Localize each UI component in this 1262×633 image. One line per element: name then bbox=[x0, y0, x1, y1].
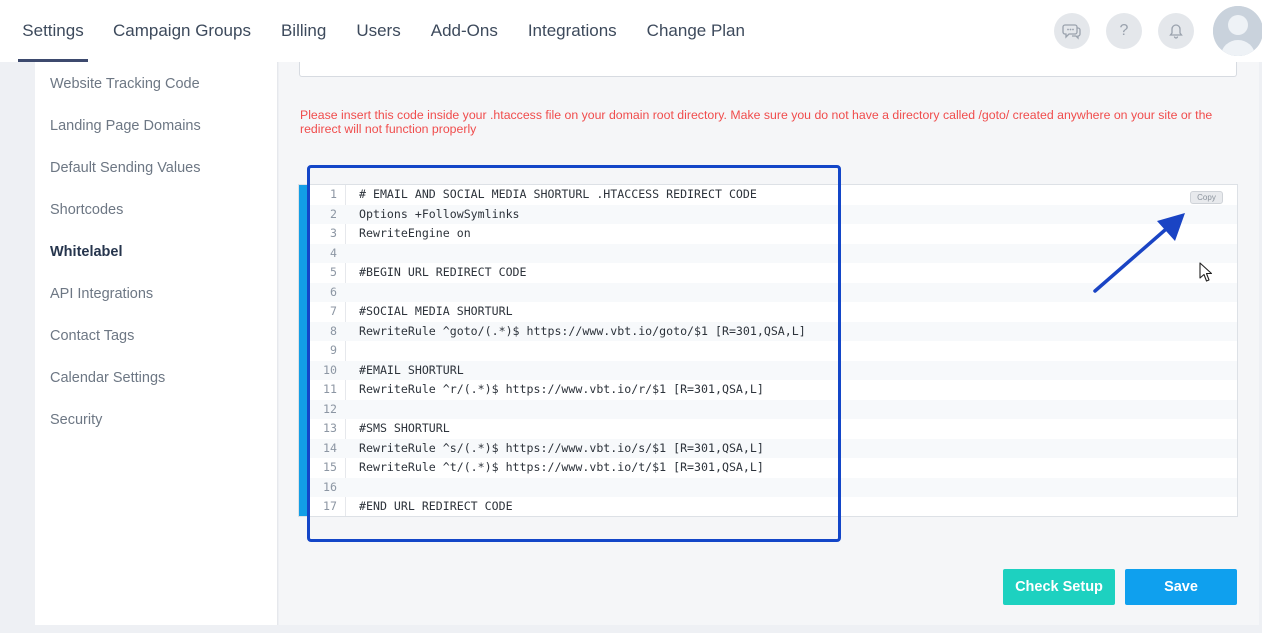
line-number: 8 bbox=[330, 323, 337, 338]
line-number: 6 bbox=[330, 284, 337, 299]
main-nav: Settings Campaign Groups Billing Users A… bbox=[0, 0, 745, 62]
line-number: 1 bbox=[330, 187, 337, 201]
code-line: 1 # EMAIL AND SOCIAL MEDIA SHORTURL .HTAC… bbox=[308, 185, 1237, 205]
help-button[interactable]: ? bbox=[1106, 13, 1142, 49]
nav-integrations[interactable]: Integrations bbox=[528, 0, 617, 62]
code-text: RewriteRule ^s/(.*)$ https://www.vbt.io/… bbox=[359, 440, 764, 455]
nav-add-ons[interactable]: Add-Ons bbox=[431, 0, 498, 62]
code-text: RewriteRule ^t/(.*)$ https://www.vbt.io/… bbox=[359, 460, 764, 474]
code-line: 8 RewriteRule ^goto/(.*)$ https://www.vbt… bbox=[308, 321, 1237, 341]
nav-settings[interactable]: Settings bbox=[18, 0, 88, 62]
code-line: 17 #END URL REDIRECT CODE bbox=[308, 497, 1237, 517]
notifications-button[interactable] bbox=[1158, 13, 1194, 49]
sidebar-item-website-tracking-code[interactable]: Website Tracking Code bbox=[50, 76, 200, 92]
code-text: RewriteRule ^r/(.*)$ https://www.vbt.io/… bbox=[359, 382, 764, 396]
code-text: #SOCIAL MEDIA SHORTURL bbox=[359, 304, 513, 318]
annotation-arrow-icon bbox=[1093, 213, 1185, 293]
line-number: 5 bbox=[330, 265, 337, 279]
code-text: RewriteEngine on bbox=[359, 226, 471, 240]
help-icon: ? bbox=[1119, 22, 1129, 39]
line-number: 3 bbox=[330, 226, 337, 240]
nav-billing[interactable]: Billing bbox=[281, 0, 326, 62]
code-line: 14 RewriteRule ^s/(.*)$ https://www.vbt.i… bbox=[308, 438, 1237, 458]
sidebar-item-whitelabel[interactable]: Whitelabel bbox=[50, 244, 123, 260]
sidebar-item-default-sending-values[interactable]: Default Sending Values bbox=[50, 160, 200, 176]
line-number: 2 bbox=[330, 206, 337, 221]
code-line: 13 #SMS SHORTURL bbox=[308, 419, 1237, 439]
line-number: 14 bbox=[323, 440, 337, 455]
sidebar-item-security[interactable]: Security bbox=[50, 412, 102, 428]
nav-users[interactable]: Users bbox=[356, 0, 400, 62]
htaccess-warning: Please insert this code inside your .hta… bbox=[300, 108, 1213, 136]
line-number: 11 bbox=[323, 382, 337, 396]
code-line: 7 #SOCIAL MEDIA SHORTURL bbox=[308, 302, 1237, 322]
main-content: Please insert this code inside your .hta… bbox=[279, 62, 1259, 625]
nav-campaign-groups[interactable]: Campaign Groups bbox=[113, 0, 251, 62]
sidebar-item-api-integrations[interactable]: API Integrations bbox=[50, 286, 153, 302]
code-line: 11 RewriteRule ^r/(.*)$ https://www.vbt.i… bbox=[308, 380, 1237, 400]
code-text: #BEGIN URL REDIRECT CODE bbox=[359, 265, 527, 279]
code-line: 9 bbox=[308, 341, 1237, 361]
line-number: 9 bbox=[330, 343, 337, 357]
avatar[interactable] bbox=[1213, 6, 1262, 56]
sidebar-item-shortcodes[interactable]: Shortcodes bbox=[50, 202, 123, 218]
sidebar-item-contact-tags[interactable]: Contact Tags bbox=[50, 328, 134, 344]
code-line: 15 RewriteRule ^t/(.*)$ https://www.vbt.i… bbox=[308, 458, 1237, 478]
check-setup-button[interactable]: Check Setup bbox=[1003, 569, 1115, 605]
line-number: 12 bbox=[323, 401, 337, 416]
top-navigation-bar: Settings Campaign Groups Billing Users A… bbox=[0, 0, 1262, 62]
code-line: 10 #EMAIL SHORTURL bbox=[308, 360, 1237, 380]
settings-sidebar: Website Tracking Code Landing Page Domai… bbox=[35, 62, 278, 625]
code-text: RewriteRule ^goto/(.*)$ https://www.vbt.… bbox=[359, 323, 806, 338]
code-line: 16 bbox=[308, 477, 1237, 497]
code-accent-bar bbox=[299, 185, 308, 516]
text-field[interactable] bbox=[299, 62, 1237, 77]
sidebar-item-landing-page-domains[interactable]: Landing Page Domains bbox=[50, 118, 201, 134]
line-number: 15 bbox=[323, 460, 337, 474]
chat-icon bbox=[1062, 24, 1081, 40]
code-text: #EMAIL SHORTURL bbox=[359, 362, 464, 377]
bell-icon bbox=[1169, 24, 1183, 39]
code-line: 12 bbox=[308, 399, 1237, 419]
mouse-cursor-icon bbox=[1199, 262, 1213, 282]
chat-button[interactable] bbox=[1054, 13, 1090, 49]
code-text: Options +FollowSymlinks bbox=[359, 206, 520, 221]
sidebar-item-calendar-settings[interactable]: Calendar Settings bbox=[50, 370, 165, 386]
top-right-icons: ? bbox=[1054, 13, 1210, 49]
line-number: 16 bbox=[323, 479, 337, 494]
code-text: # EMAIL AND SOCIAL MEDIA SHORTURL .HTACC… bbox=[359, 187, 757, 201]
avatar-image bbox=[1213, 6, 1262, 56]
line-number: 10 bbox=[323, 362, 337, 377]
line-number: 13 bbox=[323, 421, 337, 435]
copy-button[interactable]: Copy bbox=[1190, 191, 1223, 204]
code-text: #SMS SHORTURL bbox=[359, 421, 450, 435]
nav-change-plan[interactable]: Change Plan bbox=[647, 0, 745, 62]
save-button[interactable]: Save bbox=[1125, 569, 1237, 605]
line-number: 7 bbox=[330, 304, 337, 318]
line-number: 17 bbox=[323, 499, 337, 513]
line-number: 4 bbox=[330, 245, 337, 260]
code-text: #END URL REDIRECT CODE bbox=[359, 499, 513, 513]
